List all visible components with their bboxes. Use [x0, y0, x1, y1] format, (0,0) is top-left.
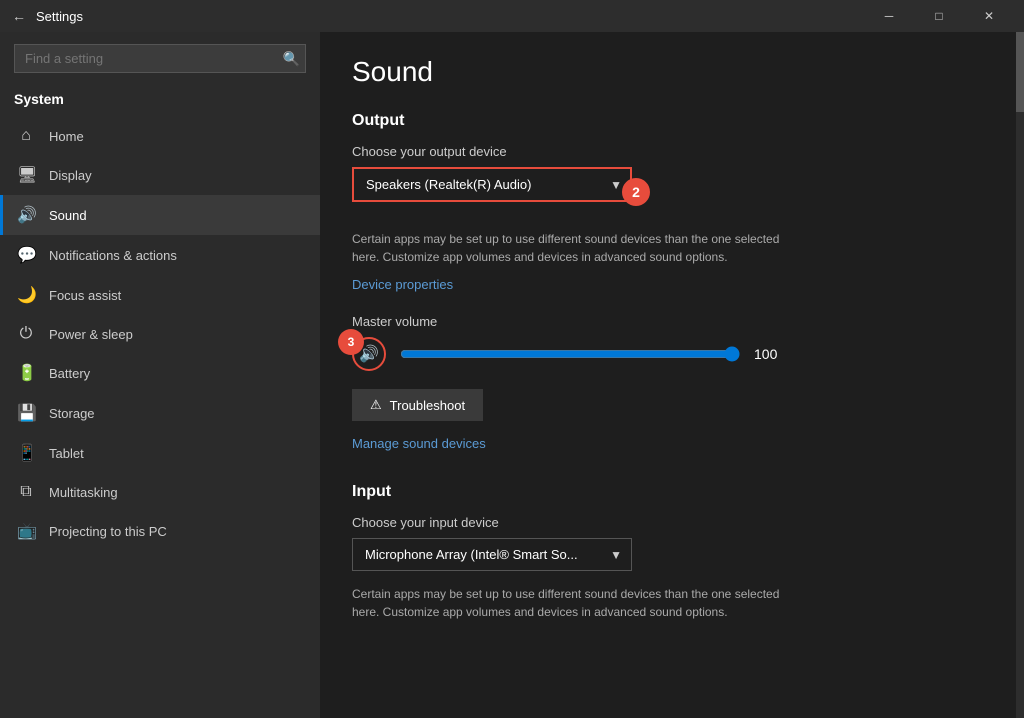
- search-icon-button[interactable]: 🔍: [283, 50, 300, 67]
- volume-icon-wrap: 3 🔊: [352, 337, 386, 371]
- sidebar-item-label: Battery: [49, 366, 90, 381]
- sidebar-item-sound[interactable]: 🔊 Sound: [0, 195, 320, 235]
- sound-icon: 🔊: [17, 205, 35, 225]
- volume-row: 3 🔊 100: [352, 337, 984, 371]
- back-button[interactable]: ←: [12, 8, 26, 24]
- maximize-button[interactable]: □: [916, 0, 962, 32]
- output-section-title: Output: [352, 112, 984, 130]
- sidebar-item-label: Storage: [49, 406, 95, 421]
- sidebar-item-label: Notifications & actions: [49, 248, 177, 263]
- volume-value: 100: [754, 346, 784, 362]
- scrollbar-thumb[interactable]: [1016, 32, 1024, 112]
- search-input[interactable]: [14, 44, 306, 73]
- home-icon: ⌂: [17, 127, 35, 145]
- sidebar-item-label: Tablet: [49, 446, 84, 461]
- sidebar-item-home[interactable]: ⌂ Home: [0, 117, 320, 155]
- input-section-title: Input: [352, 483, 984, 501]
- sidebar-item-power-sleep[interactable]: ⏻ Power & sleep: [0, 315, 320, 353]
- sidebar-item-focus-assist[interactable]: 🌙 Focus assist: [0, 275, 320, 315]
- output-device-select[interactable]: Speakers (Realtek(R) Audio): [352, 167, 632, 202]
- battery-icon: 🔋: [17, 363, 35, 383]
- master-volume-label: Master volume: [352, 314, 984, 329]
- sidebar-item-notifications[interactable]: 💬 Notifications & actions: [0, 235, 320, 275]
- sidebar-item-display[interactable]: 🖥 Display: [0, 155, 320, 195]
- page-title: Sound: [352, 56, 984, 88]
- multitasking-icon: ⧉: [17, 483, 35, 501]
- step-3-badge: 3: [338, 329, 364, 355]
- output-select-wrapper: Speakers (Realtek(R) Audio) ▼: [352, 167, 632, 202]
- storage-icon: 💾: [17, 403, 35, 423]
- titlebar: ← Settings ─ □ ✕: [0, 0, 1024, 32]
- device-properties-link[interactable]: Device properties: [352, 277, 453, 292]
- sidebar-item-label: Display: [49, 168, 92, 183]
- sidebar-item-label: Power & sleep: [49, 327, 133, 342]
- sidebar: 🔍 System ⌂ Home 🖥 Display 🔊 Sound 💬 Noti…: [0, 32, 320, 718]
- sidebar-item-label: Projecting to this PC: [49, 524, 167, 539]
- system-label: System: [0, 85, 320, 117]
- close-button[interactable]: ✕: [966, 0, 1012, 32]
- step-2-badge: 2: [622, 178, 650, 206]
- volume-slider-container: [400, 344, 740, 364]
- search-wrap: 🔍: [14, 44, 306, 73]
- sidebar-item-label: Focus assist: [49, 288, 121, 303]
- output-select-badge-wrap: Speakers (Realtek(R) Audio) ▼ 2: [352, 167, 632, 216]
- volume-slider[interactable]: [400, 346, 740, 362]
- sidebar-item-label: Home: [49, 129, 84, 144]
- notifications-icon: 💬: [17, 245, 35, 265]
- warning-icon: ⚠: [370, 397, 382, 413]
- scrollbar-track[interactable]: [1016, 32, 1024, 718]
- sidebar-item-label: Multitasking: [49, 485, 118, 500]
- power-icon: ⏻: [17, 325, 35, 343]
- sidebar-item-multitasking[interactable]: ⧉ Multitasking: [0, 473, 320, 511]
- manage-sound-devices-link[interactable]: Manage sound devices: [352, 436, 486, 451]
- input-device-select[interactable]: Microphone Array (Intel® Smart So...: [352, 538, 632, 571]
- choose-output-label: Choose your output device: [352, 144, 984, 159]
- troubleshoot-label: Troubleshoot: [390, 398, 465, 413]
- input-section: Input Choose your input device Microphon…: [352, 483, 984, 621]
- choose-input-label: Choose your input device: [352, 515, 984, 530]
- display-icon: 🖥: [17, 165, 35, 185]
- sidebar-item-tablet[interactable]: 📱 Tablet: [0, 433, 320, 473]
- sidebar-item-label: Sound: [49, 208, 87, 223]
- sidebar-item-storage[interactable]: 💾 Storage: [0, 393, 320, 433]
- sidebar-item-projecting[interactable]: 📺 Projecting to this PC: [0, 511, 320, 551]
- tablet-icon: 📱: [17, 443, 35, 463]
- output-info-text: Certain apps may be set up to use differ…: [352, 230, 802, 266]
- troubleshoot-button[interactable]: ⚠ Troubleshoot: [352, 389, 483, 421]
- content-area: Sound Output Choose your output device S…: [320, 32, 1016, 718]
- main-layout: 🔍 System ⌂ Home 🖥 Display 🔊 Sound 💬 Noti…: [0, 32, 1024, 718]
- window-title: Settings: [36, 9, 866, 24]
- minimize-button[interactable]: ─: [866, 0, 912, 32]
- output-section: Output Choose your output device Speaker…: [352, 112, 984, 467]
- focus-assist-icon: 🌙: [17, 285, 35, 305]
- input-info-text: Certain apps may be set up to use differ…: [352, 585, 802, 621]
- input-select-wrapper: Microphone Array (Intel® Smart So... ▼: [352, 538, 632, 571]
- window-controls: ─ □ ✕: [866, 0, 1012, 32]
- projecting-icon: 📺: [17, 521, 35, 541]
- search-container: 🔍: [0, 32, 320, 85]
- output-device-container: Speakers (Realtek(R) Audio) ▼ 2: [352, 167, 632, 216]
- sidebar-item-battery[interactable]: 🔋 Battery: [0, 353, 320, 393]
